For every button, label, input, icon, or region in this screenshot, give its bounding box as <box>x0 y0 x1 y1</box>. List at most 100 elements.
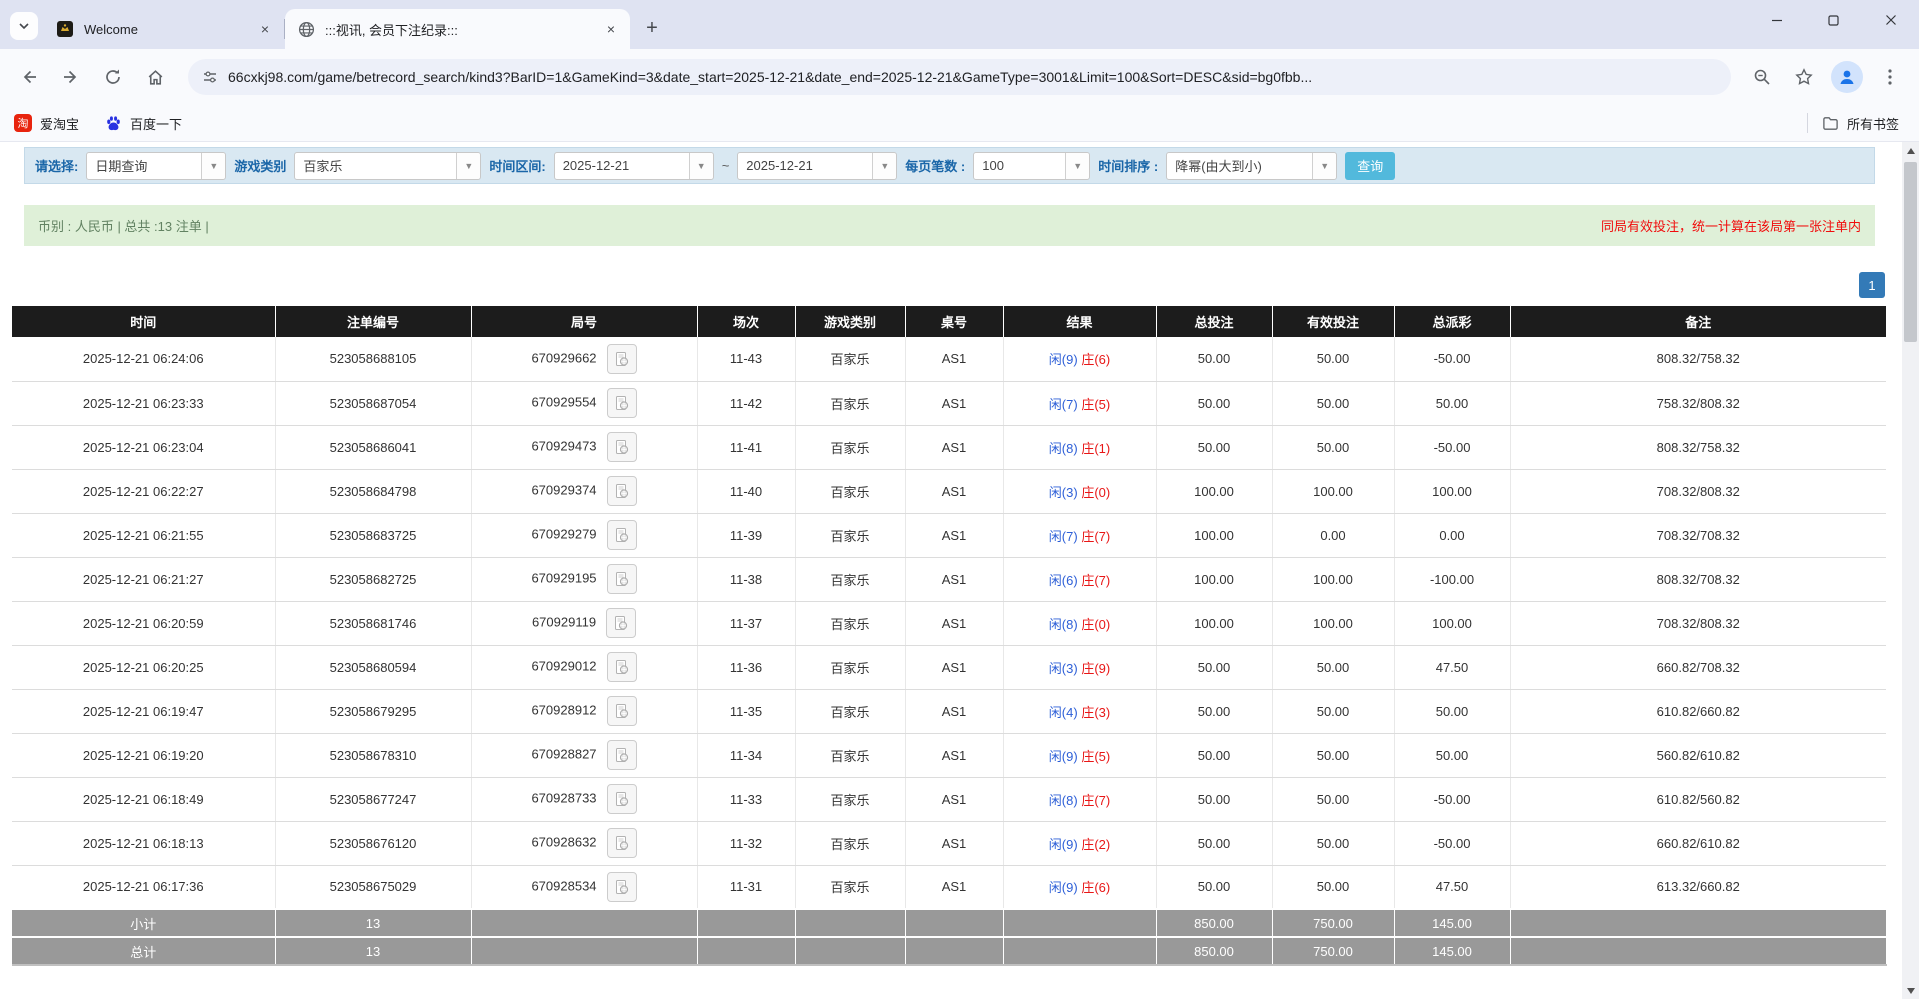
cell-table-no: AS1 <box>905 381 1003 425</box>
cell-total-bet[interactable]: 50.00 <box>1156 425 1272 469</box>
game-type-select[interactable]: 百家乐 ▼ <box>294 152 481 180</box>
reload-button[interactable] <box>96 60 130 94</box>
tab-welcome[interactable]: Welcome × <box>44 9 284 49</box>
video-replay-button[interactable] <box>607 828 637 858</box>
cell-total-bet[interactable]: 50.00 <box>1156 381 1272 425</box>
cell-table-no: AS1 <box>905 513 1003 557</box>
cell-result: 闲(8) 庄(1) <box>1003 425 1156 469</box>
cell-time: 2025-12-21 06:17:36 <box>12 865 275 909</box>
site-settings-icon[interactable] <box>202 69 218 85</box>
bookmarks-bar: 淘 爱淘宝 百度一下 所有书签 <box>0 105 1919 142</box>
result-player: 闲(9) <box>1049 352 1078 367</box>
profile-avatar[interactable] <box>1831 61 1863 93</box>
video-replay-button[interactable] <box>607 740 637 770</box>
cell-total-bet[interactable]: 50.00 <box>1156 777 1272 821</box>
cell-note: 560.82/610.82 <box>1510 733 1886 777</box>
video-replay-button[interactable] <box>607 476 637 506</box>
video-replay-button[interactable] <box>607 432 637 462</box>
bet-record-row: 2025-12-21 06:21:27523058682725670929195… <box>12 557 1886 601</box>
bookmark-taobao[interactable]: 淘 爱淘宝 <box>14 114 79 133</box>
scroll-up-arrow[interactable] <box>1902 142 1919 159</box>
cell-result: 闲(9) 庄(2) <box>1003 821 1156 865</box>
game-type-value: 百家乐 <box>295 156 456 175</box>
header-session: 场次 <box>697 306 795 337</box>
tab-close-icon[interactable]: × <box>602 20 620 38</box>
page-content: 请选择: 日期查询 ▼ 游戏类别 百家乐 ▼ 时间区间: 2025-12-21 … <box>0 142 1919 999</box>
date-end-select[interactable]: 2025-12-21 ▼ <box>737 152 897 180</box>
new-tab-button[interactable]: + <box>638 14 666 42</box>
cell-total-bet[interactable]: 50.00 <box>1156 689 1272 733</box>
table-header: 时间 注单编号 局号 场次 游戏类别 桌号 结果 总投注 有效投注 总派彩 备注 <box>12 306 1886 337</box>
bookmark-star-button[interactable] <box>1787 60 1821 94</box>
cell-valid-bet: 100.00 <box>1272 469 1394 513</box>
window-controls <box>1748 0 1919 40</box>
bet-record-row: 2025-12-21 06:20:59523058681746670929119… <box>12 601 1886 645</box>
page-size-select[interactable]: 100 ▼ <box>973 152 1090 180</box>
cell-total-bet[interactable]: 100.00 <box>1156 601 1272 645</box>
scroll-down-arrow[interactable] <box>1902 982 1919 999</box>
back-button[interactable] <box>12 60 46 94</box>
sort-select[interactable]: 降幂(由大到小) ▼ <box>1166 152 1337 180</box>
cell-valid-bet: 50.00 <box>1272 865 1394 909</box>
query-type-select[interactable]: 日期查询 ▼ <box>86 152 226 180</box>
cell-time: 2025-12-21 06:20:59 <box>12 601 275 645</box>
cell-time: 2025-12-21 06:23:33 <box>12 381 275 425</box>
subtotal-valid-bet: 750.00 <box>1272 909 1394 937</box>
date-start-select[interactable]: 2025-12-21 ▼ <box>554 152 714 180</box>
cell-total-bet[interactable]: 50.00 <box>1156 821 1272 865</box>
result-player: 闲(8) <box>1049 617 1078 632</box>
video-replay-button[interactable] <box>607 696 637 726</box>
dropdown-arrow-icon: ▼ <box>456 153 480 179</box>
query-type-label: 请选择: <box>35 156 78 175</box>
zoom-button[interactable] <box>1745 60 1779 94</box>
video-replay-button[interactable] <box>607 564 637 594</box>
close-icon <box>1885 14 1897 26</box>
video-replay-button[interactable] <box>607 388 637 418</box>
cell-total-bet[interactable]: 50.00 <box>1156 733 1272 777</box>
video-replay-button[interactable] <box>607 344 637 374</box>
cell-note: 610.82/560.82 <box>1510 777 1886 821</box>
home-button[interactable] <box>138 60 172 94</box>
cell-session: 11-36 <box>697 645 795 689</box>
all-bookmarks-button[interactable]: 所有书签 <box>1822 114 1899 133</box>
url-bar[interactable]: 66cxkj98.com/game/betrecord_search/kind3… <box>188 59 1731 95</box>
cell-total-bet[interactable]: 50.00 <box>1156 645 1272 689</box>
cell-time: 2025-12-21 06:19:47 <box>12 689 275 733</box>
video-replay-button[interactable] <box>607 784 637 814</box>
bookmark-baidu[interactable]: 百度一下 <box>105 114 182 133</box>
page-scrollbar[interactable] <box>1902 142 1919 999</box>
header-result: 结果 <box>1003 306 1156 337</box>
cell-total-bet[interactable]: 50.00 <box>1156 865 1272 909</box>
maximize-button[interactable] <box>1805 0 1862 40</box>
search-button[interactable]: 查询 <box>1345 152 1395 180</box>
round-id-value: 670929473 <box>531 438 596 453</box>
minimize-button[interactable] <box>1748 0 1805 40</box>
cell-total-bet[interactable]: 100.00 <box>1156 469 1272 513</box>
tab-close-icon[interactable]: × <box>256 20 274 38</box>
close-window-button[interactable] <box>1862 0 1919 40</box>
date-end-value: 2025-12-21 <box>738 158 872 173</box>
filter-bar: 请选择: 日期查询 ▼ 游戏类别 百家乐 ▼ 时间区间: 2025-12-21 … <box>24 147 1875 184</box>
scrollbar-thumb[interactable] <box>1904 162 1917 342</box>
video-replay-button[interactable] <box>607 520 637 550</box>
video-replay-button[interactable] <box>607 872 637 902</box>
tab-betrecord[interactable]: :::视讯, 会员下注纪录::: × <box>285 9 630 49</box>
cell-note: 610.82/660.82 <box>1510 689 1886 733</box>
round-id-value: 670928632 <box>531 834 596 849</box>
cell-total-bet[interactable]: 100.00 <box>1156 557 1272 601</box>
page-number-badge[interactable]: 1 <box>1859 272 1885 298</box>
cell-total-bet[interactable]: 100.00 <box>1156 513 1272 557</box>
dropdown-arrow-icon: ▼ <box>201 153 225 179</box>
browser-menu-button[interactable] <box>1873 60 1907 94</box>
video-replay-button[interactable] <box>606 608 636 638</box>
cell-result: 闲(6) 庄(7) <box>1003 557 1156 601</box>
video-replay-button[interactable] <box>607 652 637 682</box>
cell-round-id: 670928632 <box>471 821 697 865</box>
bet-record-row: 2025-12-21 06:23:33523058687054670929554… <box>12 381 1886 425</box>
video-file-icon <box>614 659 630 675</box>
cell-total-bet[interactable]: 50.00 <box>1156 337 1272 381</box>
cell-valid-bet: 50.00 <box>1272 645 1394 689</box>
cell-table-no: AS1 <box>905 865 1003 909</box>
forward-button[interactable] <box>54 60 88 94</box>
tab-search-button[interactable] <box>10 12 38 40</box>
